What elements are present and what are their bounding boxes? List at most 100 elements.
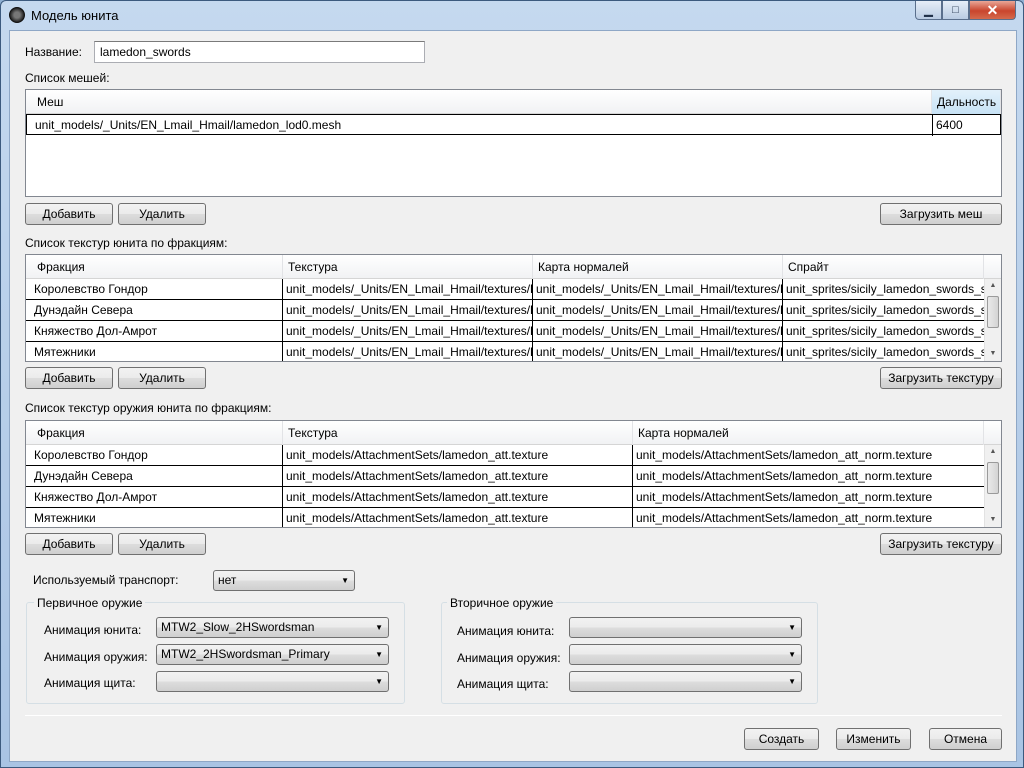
primary-weapon-anim-select[interactable]: MTW2_2HSwordsman_Primary ▼: [156, 644, 389, 665]
table-row[interactable]: Дунэдайн Севера unit_models/AttachmentSe…: [26, 466, 984, 487]
faction-cell[interactable]: Княжество Дол-Амрот: [26, 321, 283, 342]
secondary-weapon-anim-select[interactable]: ▼: [569, 644, 802, 665]
secondary-weapon-anim-label: Анимация оружия:: [457, 651, 561, 665]
chevron-down-icon: ▼: [788, 677, 796, 686]
column-header-mesh[interactable]: Меш: [26, 90, 932, 114]
texture-cell[interactable]: unit_models/AttachmentSets/lamedon_att.t…: [283, 445, 633, 466]
primary-unit-anim-label: Анимация юнита:: [44, 623, 142, 637]
scroll-up-icon[interactable]: ▲: [985, 445, 1001, 459]
table-row[interactable]: unit_models/_Units/EN_Lmail_Hmail/lamedo…: [26, 114, 1001, 136]
meshes-table[interactable]: Меш Дальность unit_models/_Units/EN_Lmai…: [25, 89, 1002, 197]
table-row[interactable]: Дунэдайн Севера unit_models/_Units/EN_Lm…: [26, 300, 984, 321]
column-header-distance[interactable]: Дальность: [932, 90, 1001, 114]
add-unit-texture-button[interactable]: Добавить: [25, 367, 113, 389]
normal-map-cell[interactable]: unit_models/AttachmentSets/lamedon_att_n…: [633, 487, 984, 508]
weapon-textures-scrollbar[interactable]: ▲ ▼: [984, 445, 1001, 527]
table-row[interactable]: Мятежники unit_models/_Units/EN_Lmail_Hm…: [26, 342, 984, 361]
sprite-cell[interactable]: unit_sprites/sicily_lamedon_swords_s: [783, 279, 984, 300]
texture-cell[interactable]: unit_models/_Units/EN_Lmail_Hmail/textur…: [283, 342, 533, 361]
unit-textures-table-header: Фракция Текстура Карта нормалей Спрайт: [26, 255, 1001, 279]
texture-cell[interactable]: unit_models/_Units/EN_Lmail_Hmail/textur…: [283, 321, 533, 342]
normal-map-cell[interactable]: unit_models/_Units/EN_Lmail_Hmail/textur…: [533, 300, 783, 321]
texture-cell[interactable]: unit_models/AttachmentSets/lamedon_att.t…: [283, 466, 633, 487]
table-row[interactable]: Мятежники unit_models/AttachmentSets/lam…: [26, 508, 984, 527]
change-button[interactable]: Изменить: [836, 728, 911, 750]
maximize-button[interactable]: □: [942, 1, 969, 20]
normal-map-cell[interactable]: unit_models/_Units/EN_Lmail_Hmail/textur…: [533, 342, 783, 361]
delete-unit-texture-button[interactable]: Удалить: [118, 367, 206, 389]
mesh-path-cell[interactable]: unit_models/_Units/EN_Lmail_Hmail/lamedo…: [27, 115, 933, 136]
scroll-down-icon[interactable]: ▼: [985, 513, 1001, 527]
column-header-normal-map[interactable]: Карта нормалей: [633, 421, 984, 445]
dialog-body: Название: lamedon_swords Список мешей: М…: [9, 30, 1017, 762]
scroll-thumb[interactable]: [987, 462, 999, 494]
texture-cell[interactable]: unit_models/_Units/EN_Lmail_Hmail/textur…: [283, 279, 533, 300]
sprite-cell[interactable]: unit_sprites/sicily_lamedon_swords_s: [783, 321, 984, 342]
secondary-shield-anim-label: Анимация щита:: [457, 677, 549, 691]
unit-textures-scrollbar[interactable]: ▲ ▼: [984, 279, 1001, 361]
faction-cell[interactable]: Дунэдайн Севера: [26, 300, 283, 321]
normal-map-cell[interactable]: unit_models/_Units/EN_Lmail_Hmail/textur…: [533, 279, 783, 300]
primary-shield-anim-select[interactable]: ▼: [156, 671, 389, 692]
normal-map-cell[interactable]: unit_models/AttachmentSets/lamedon_att_n…: [633, 466, 984, 487]
chevron-down-icon: ▼: [788, 623, 796, 632]
add-weapon-texture-button[interactable]: Добавить: [25, 533, 113, 555]
secondary-shield-anim-select[interactable]: ▼: [569, 671, 802, 692]
scroll-up-icon[interactable]: ▲: [985, 279, 1001, 293]
cancel-button[interactable]: Отмена: [929, 728, 1002, 750]
column-header-texture[interactable]: Текстура: [283, 421, 633, 445]
add-mesh-button[interactable]: Добавить: [25, 203, 113, 225]
faction-cell[interactable]: Княжество Дол-Амрот: [26, 487, 283, 508]
faction-cell[interactable]: Королевство Гондор: [26, 279, 283, 300]
transport-select[interactable]: нет ▼: [213, 570, 355, 591]
mesh-distance-cell[interactable]: 6400: [933, 115, 1000, 136]
texture-cell[interactable]: unit_models/AttachmentSets/lamedon_att.t…: [283, 487, 633, 508]
primary-shield-anim-label: Анимация щита:: [44, 676, 136, 690]
table-row[interactable]: Королевство Гондор unit_models/_Units/EN…: [26, 279, 984, 300]
scroll-down-icon[interactable]: ▼: [985, 347, 1001, 361]
table-row[interactable]: Королевство Гондор unit_models/Attachmen…: [26, 445, 984, 466]
load-mesh-button[interactable]: Загрузить меш: [880, 203, 1002, 225]
load-unit-texture-button[interactable]: Загрузить текстуру: [880, 367, 1002, 389]
unit-model-window: Модель юнита ▁ □ ✕ Название: lamedon_swo…: [0, 0, 1024, 768]
chevron-down-icon: ▼: [341, 576, 349, 585]
load-weapon-texture-button[interactable]: Загрузить текстуру: [880, 533, 1002, 555]
meshes-label: Список мешей:: [25, 71, 110, 85]
title-bar[interactable]: Модель юнита ▁ □ ✕: [1, 1, 1023, 29]
table-row[interactable]: Княжество Дол-Амрот unit_models/_Units/E…: [26, 321, 984, 342]
sprite-cell[interactable]: unit_sprites/sicily_lamedon_swords_s: [783, 300, 984, 321]
column-header-faction[interactable]: Фракция: [26, 421, 283, 445]
column-header-normal-map[interactable]: Карта нормалей: [533, 255, 783, 279]
delete-weapon-texture-button[interactable]: Удалить: [118, 533, 206, 555]
normal-map-cell[interactable]: unit_models/AttachmentSets/lamedon_att_n…: [633, 445, 984, 466]
window-title: Модель юнита: [31, 8, 119, 23]
texture-cell[interactable]: unit_models/_Units/EN_Lmail_Hmail/textur…: [283, 300, 533, 321]
primary-weapon-anim-label: Анимация оружия:: [44, 650, 148, 664]
column-header-faction[interactable]: Фракция: [26, 255, 283, 279]
faction-cell[interactable]: Мятежники: [26, 508, 283, 527]
column-header-sprite[interactable]: Спрайт: [783, 255, 984, 279]
minimize-button[interactable]: ▁: [915, 1, 942, 20]
chevron-down-icon: ▼: [375, 677, 383, 686]
delete-mesh-button[interactable]: Удалить: [118, 203, 206, 225]
weapon-textures-table[interactable]: Фракция Текстура Карта нормалей Королевс…: [25, 420, 1002, 528]
faction-cell[interactable]: Королевство Гондор: [26, 445, 283, 466]
sprite-cell[interactable]: unit_sprites/sicily_lamedon_swords_s: [783, 342, 984, 361]
texture-cell[interactable]: unit_models/AttachmentSets/lamedon_att.t…: [283, 508, 633, 527]
secondary-unit-anim-select[interactable]: ▼: [569, 617, 802, 638]
footer-separator: [25, 715, 1002, 716]
faction-cell[interactable]: Мятежники: [26, 342, 283, 361]
close-button[interactable]: ✕: [969, 1, 1016, 20]
transport-select-value: нет: [218, 573, 237, 587]
normal-map-cell[interactable]: unit_models/AttachmentSets/lamedon_att_n…: [633, 508, 984, 527]
scroll-thumb[interactable]: [987, 296, 999, 328]
table-row[interactable]: Княжество Дол-Амрот unit_models/Attachme…: [26, 487, 984, 508]
faction-cell[interactable]: Дунэдайн Севера: [26, 466, 283, 487]
create-button[interactable]: Создать: [744, 728, 819, 750]
normal-map-cell[interactable]: unit_models/_Units/EN_Lmail_Hmail/textur…: [533, 321, 783, 342]
primary-unit-anim-select[interactable]: MTW2_Slow_2HSwordsman ▼: [156, 617, 389, 638]
unit-textures-table[interactable]: Фракция Текстура Карта нормалей Спрайт К…: [25, 254, 1002, 362]
chevron-down-icon: ▼: [375, 623, 383, 632]
column-header-texture[interactable]: Текстура: [283, 255, 533, 279]
name-input[interactable]: lamedon_swords: [94, 41, 425, 63]
